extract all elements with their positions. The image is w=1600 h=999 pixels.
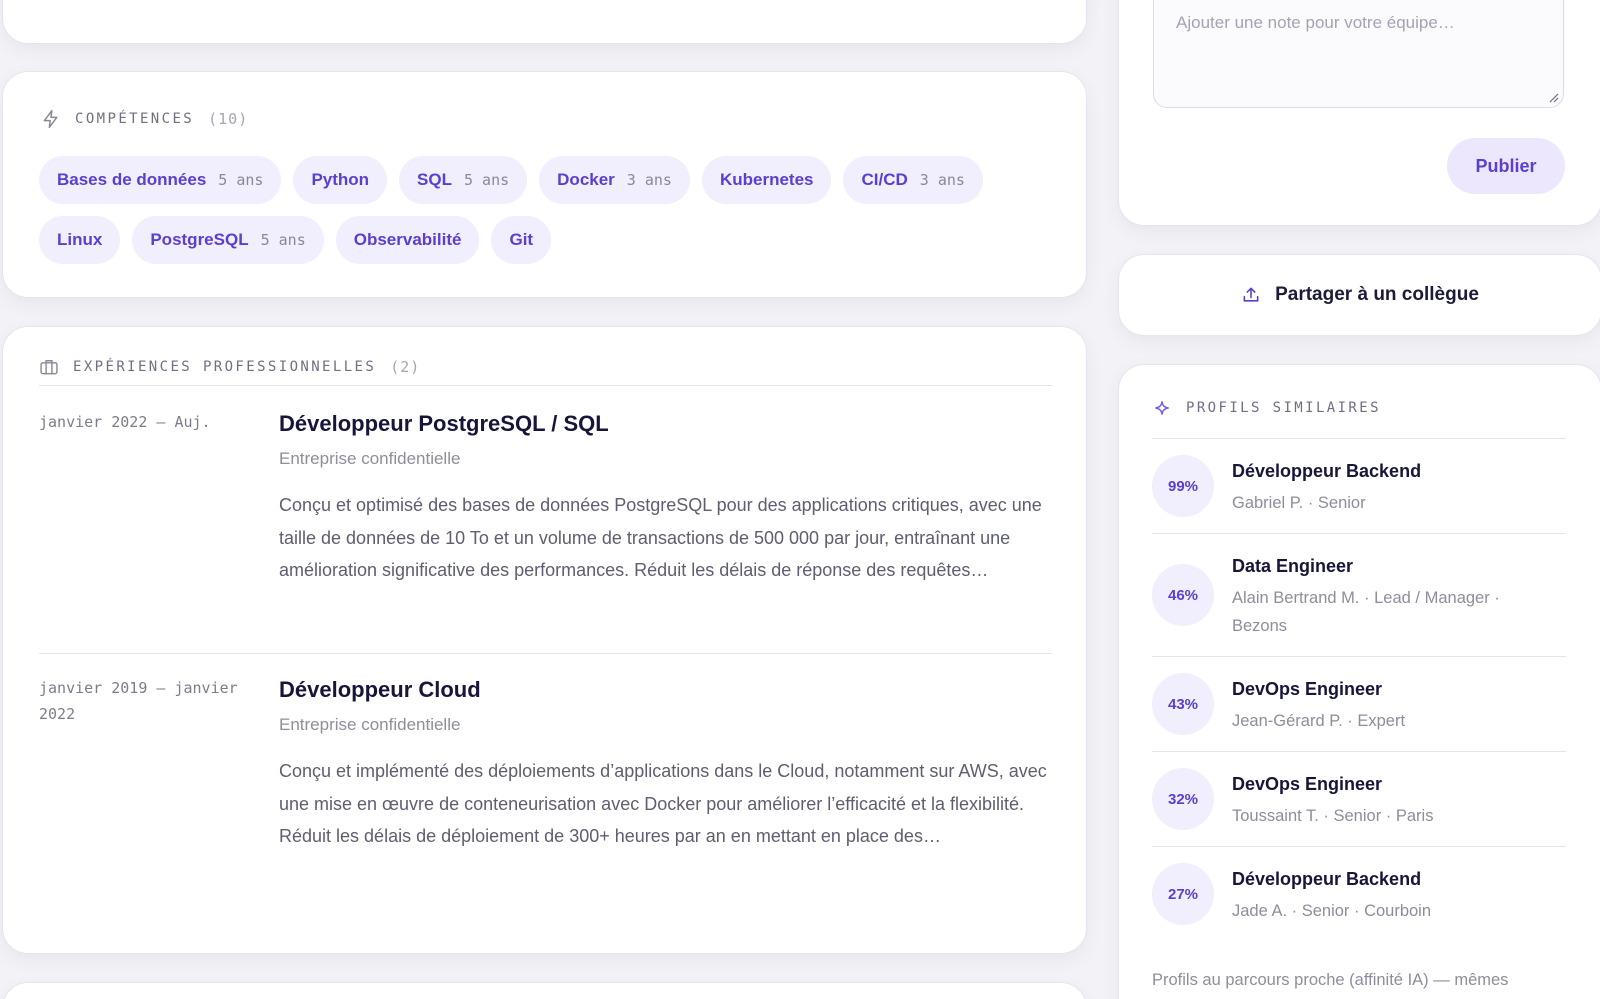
divider — [1152, 751, 1566, 752]
skill-name: CI/CD — [861, 170, 908, 189]
divider — [1152, 656, 1566, 657]
experience-title: Développeur PostgreSQL / SQL — [279, 411, 609, 436]
experience-company: Entreprise confidentielle — [279, 715, 461, 734]
skills-title: COMPÉTENCES — [75, 111, 195, 127]
profile-subtitle: Toussaint T. · Senior · Paris — [1232, 807, 1434, 825]
similar-header: PROFILS SIMILAIRES — [1152, 398, 1381, 418]
affinity-score: 99% — [1152, 455, 1214, 517]
profile-title: DevOps Engineer — [1232, 679, 1383, 699]
sparkle-icon — [1152, 398, 1172, 418]
skill-name: Bases de données — [57, 170, 207, 189]
profile-subtitle: Jade A. · Senior · Courboin — [1232, 902, 1432, 920]
skill-years: 5 ans — [260, 231, 306, 249]
briefcase-icon — [39, 357, 59, 377]
experience-description: Conçu et optimisé des bases de données P… — [279, 495, 1042, 580]
skill-name: Python — [311, 170, 370, 189]
experience-date: janvier 2022 – Auj. — [39, 413, 211, 431]
skill-years: 3 ans — [626, 171, 672, 189]
lightning-icon — [41, 109, 61, 129]
skills-header: COMPÉTENCES (10) — [41, 109, 248, 129]
skill-years: 5 ans — [218, 171, 264, 189]
skill-name: Observabilité — [353, 230, 462, 249]
affinity-score: 43% — [1152, 673, 1214, 735]
experience-company: Entreprise confidentielle — [279, 449, 461, 468]
skill-name: Linux — [57, 230, 103, 249]
profile-subtitle: Alain Bertrand M. · Lead / Manager · Bez… — [1232, 589, 1500, 635]
experience-date: janvier 2019 – janvier 2022 — [39, 679, 238, 723]
divider — [39, 653, 1052, 654]
skill-chip[interactable]: Docker 3 ans — [539, 156, 690, 204]
skill-chip[interactable]: Linux — [39, 216, 121, 264]
similar-profile-item[interactable]: 27% Développeur Backend Jade A. · Senior… — [1152, 863, 1566, 941]
skill-years: 5 ans — [464, 171, 510, 189]
skill-chip[interactable]: Bases de données 5 ans — [39, 156, 282, 204]
share-label: Partager à un collègue — [1275, 284, 1479, 305]
next-section-card — [2, 982, 1087, 999]
skills-card: COMPÉTENCES (10) Bases de données 5 ans P… — [2, 71, 1087, 298]
similar-profile-item[interactable]: 46% Data Engineer Alain Bertrand M. · Le… — [1152, 550, 1566, 656]
experiences-title: EXPÉRIENCES PROFESSIONNELLES — [73, 359, 377, 375]
similar-profile-item[interactable]: 99% Développeur Backend Gabriel P. · Sen… — [1152, 455, 1566, 533]
publish-button[interactable]: Publier — [1447, 138, 1565, 194]
skill-name: Git — [509, 230, 534, 249]
profile-title: DevOps Engineer — [1232, 774, 1383, 794]
skill-chip[interactable]: SQL 5 ans — [399, 156, 528, 204]
skill-chip[interactable]: PostgreSQL 5 ans — [132, 216, 324, 264]
experience-body: Développeur Cloud Entreprise confidentie… — [279, 675, 1051, 853]
experiences-count: (2) — [390, 358, 421, 376]
profile-title: Développeur Backend — [1232, 869, 1422, 889]
divider — [1152, 846, 1566, 847]
skill-chip[interactable]: Git — [491, 216, 552, 264]
upload-icon — [1241, 285, 1261, 305]
skill-chip[interactable]: Python — [293, 156, 388, 204]
similar-profile-item[interactable]: 43% DevOps Engineer Jean-Gérard P. · Exp… — [1152, 673, 1566, 751]
profile-title: Data Engineer — [1232, 556, 1354, 576]
experiences-card: EXPÉRIENCES PROFESSIONNELLES (2) janvier… — [2, 326, 1087, 954]
experience-item: janvier 2019 – janvier 2022 Développeur … — [39, 675, 1051, 895]
skill-name: Kubernetes — [719, 170, 814, 189]
profile-subtitle: Jean-Gérard P. · Expert — [1232, 712, 1406, 730]
experience-description: Conçu et implémenté des déploiements d’a… — [279, 761, 1047, 846]
profile-subtitle: Gabriel P. · Senior — [1232, 494, 1366, 512]
affinity-score: 27% — [1152, 863, 1214, 925]
experience-item: janvier 2022 – Auj. Développeur PostgreS… — [39, 409, 1051, 609]
note-placeholder: Ajouter une note pour votre équipe… — [1176, 13, 1455, 32]
profile-summary-card — [2, 0, 1087, 44]
experience-body: Développeur PostgreSQL / SQL Entreprise … — [279, 409, 1051, 587]
affinity-score: 46% — [1152, 564, 1214, 626]
skill-name: SQL — [417, 170, 452, 189]
affinity-score: 32% — [1152, 768, 1214, 830]
divider — [1152, 533, 1566, 534]
resize-handle-icon[interactable] — [1549, 93, 1559, 103]
skill-name: Docker — [557, 170, 615, 189]
skill-chip[interactable]: Observabilité — [335, 216, 480, 264]
similar-profile-item[interactable]: 32% DevOps Engineer Toussaint T. · Senio… — [1152, 768, 1566, 846]
skill-chip[interactable]: CI/CD 3 ans — [843, 156, 983, 204]
skill-name: PostgreSQL — [150, 230, 249, 249]
divider — [39, 385, 1052, 386]
note-textarea[interactable]: Ajouter une note pour votre équipe… — [1153, 0, 1564, 108]
experiences-header: EXPÉRIENCES PROFESSIONNELLES (2) — [39, 357, 420, 377]
skill-chip[interactable]: Kubernetes — [701, 156, 832, 204]
skills-count: (10) — [208, 110, 249, 128]
divider — [1152, 438, 1566, 439]
similar-footnote: Profils au parcours proche (affinité IA)… — [1152, 971, 1509, 989]
share-button[interactable]: Partager à un collègue — [1118, 254, 1600, 336]
profile-title: Développeur Backend — [1232, 461, 1422, 481]
similar-title: PROFILS SIMILAIRES — [1186, 400, 1381, 416]
experience-title: Développeur Cloud — [279, 677, 481, 702]
skills-list: Bases de données 5 ans Python SQL 5 ans Do… — [39, 156, 999, 264]
skill-years: 3 ans — [919, 171, 965, 189]
